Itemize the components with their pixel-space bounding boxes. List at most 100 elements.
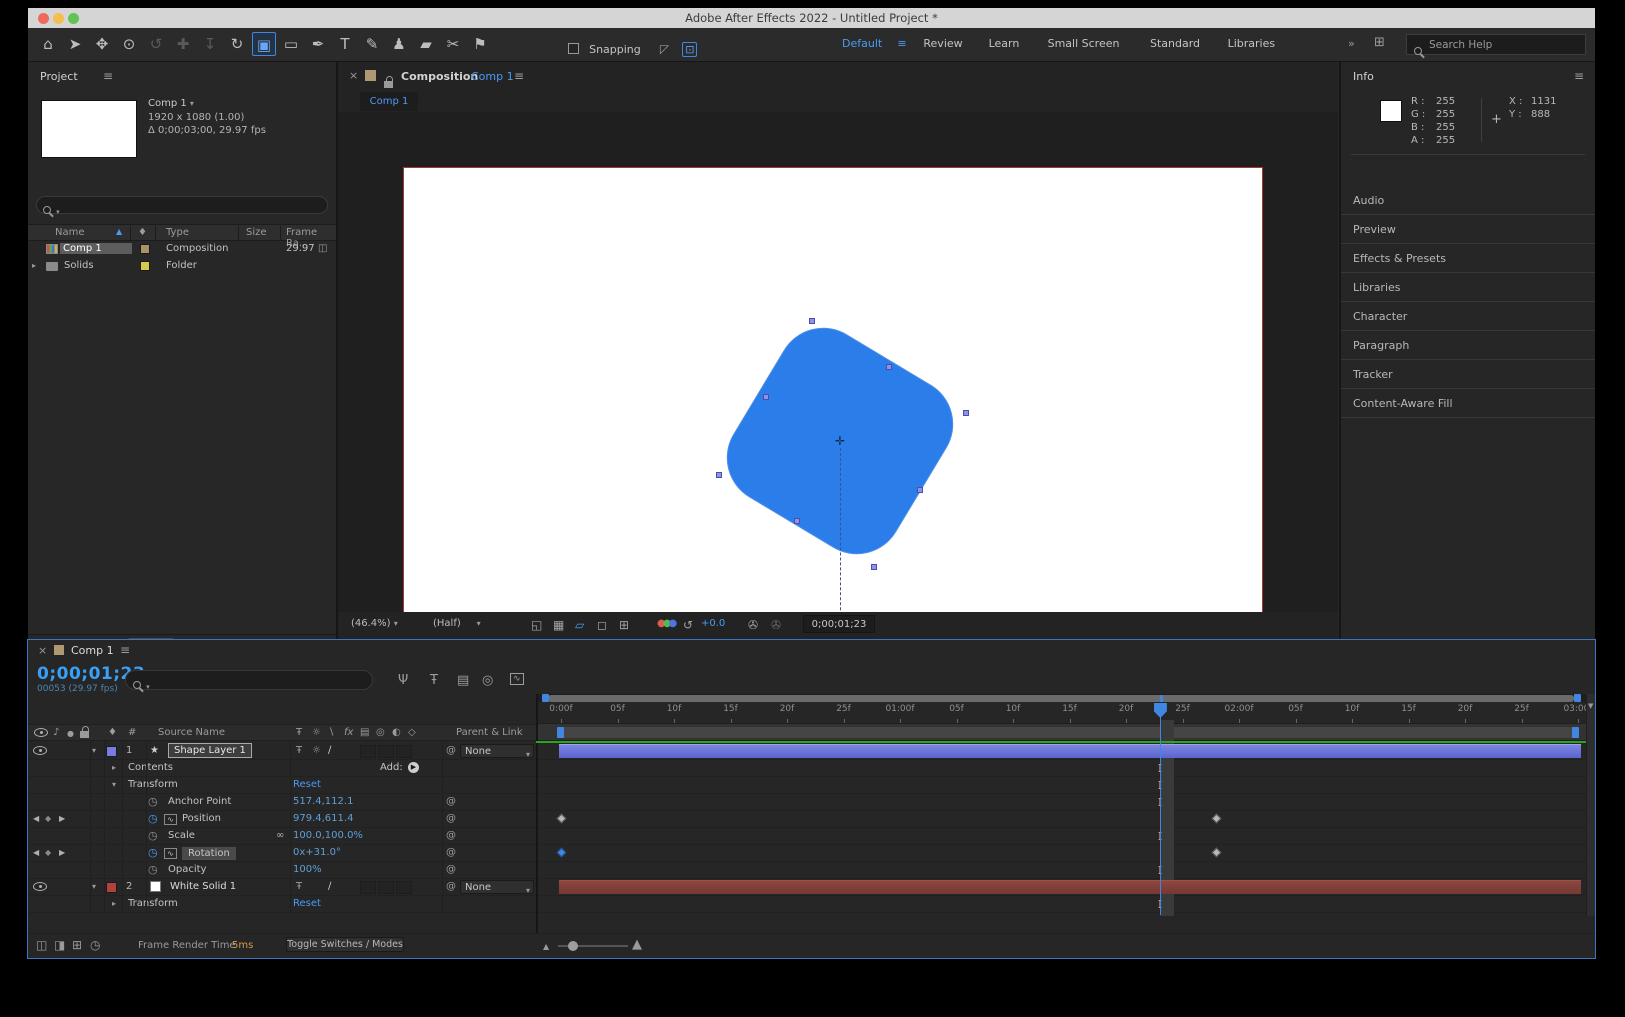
grid-guides-icon[interactable]: ⊞ [619,618,629,632]
type-tool-icon[interactable]: T [333,32,357,56]
scrollbar-right-cap[interactable] [1574,694,1581,702]
shy-switch-icon[interactable]: Ŧ [296,745,302,756]
home-tool-icon[interactable]: ⌂ [36,32,60,56]
group-label[interactable]: Transform [128,898,178,909]
composition-panel-menu-icon[interactable]: ≡ [514,69,524,83]
playhead-line[interactable] [1160,710,1162,915]
snap-grid-icon[interactable]: ⊡ [682,42,697,57]
sort-ascending-icon[interactable]: ▲ [116,227,122,236]
project-panel-menu-icon[interactable]: ≡ [103,69,113,83]
zoom-out-mountain-icon[interactable]: ▲ [543,942,549,951]
panel-item-effects-presets[interactable]: Effects & Presets [1341,244,1595,273]
composition-panel-title[interactable]: Composition [401,70,478,83]
project-row-solids[interactable]: ▸SolidsFolder [28,258,336,275]
workspace-menu-icon[interactable]: ≡ [897,37,906,50]
column-name[interactable]: Name [55,227,85,238]
selection-handle[interactable] [871,564,877,570]
group-label[interactable]: Transform [128,779,178,790]
panel-item-character[interactable]: Character [1341,302,1595,331]
project-search-field[interactable]: ▾ [36,196,328,214]
property-row-transform[interactable]: ▸TransformResetI [28,896,1586,913]
info-panel-menu-icon[interactable]: ≡ [1574,69,1584,83]
resolution-dropdown[interactable]: (Half) ▾ [433,618,481,629]
anchor-point-icon[interactable]: ✛ [833,434,847,448]
label-color-chip[interactable] [140,261,150,271]
viewer-timecode[interactable]: 0;00;01;23 [803,615,875,633]
parent-pickwhip-icon[interactable]: @ [446,745,456,756]
transparency-grid-icon[interactable]: ▦ [553,618,564,632]
selection-handle[interactable] [794,518,800,524]
brush-tool-icon[interactable]: ✎ [360,32,384,56]
switch-cell[interactable] [396,881,412,894]
scrollbar-left-cap[interactable] [542,694,549,702]
parent-pickwhip-icon[interactable]: @ [446,881,456,892]
comp-marker-bin-icon[interactable]: ▼ [1588,702,1593,710]
region-of-interest-icon[interactable]: ◻ [597,618,607,632]
reset-link[interactable]: Reset [293,779,321,790]
add-shape-icon[interactable]: ▶ [408,762,419,773]
switch-cell[interactable] [396,745,412,758]
expand-transfer-controls-icon[interactable]: ◨ [54,938,65,952]
layer-row-shape-layer-1[interactable]: ▾1★Shape Layer 1Ŧ☼∕@None▾ [28,743,1586,760]
workspace-item-standard[interactable]: Standard [1150,37,1200,50]
workspace-item-libraries[interactable]: Libraries [1228,37,1276,50]
zoom-tool-icon[interactable]: ⊙ [117,32,141,56]
property-value[interactable]: 0x+31.0° [293,847,341,858]
layer-visibility-eye-icon[interactable] [33,882,47,891]
render-time-pane-icon[interactable]: ◷ [90,938,100,952]
group-label[interactable]: Contents [128,762,173,773]
property-value[interactable]: 979.4,611.4 [293,813,353,824]
panel-item-preview[interactable]: Preview [1341,215,1595,244]
reset-exposure-icon[interactable]: ↺ [683,618,693,632]
selection-handle[interactable] [716,472,722,478]
keyframe-diamond[interactable] [1212,814,1222,824]
channel-rgb-icon[interactable]: ●●● [657,618,677,629]
selection-handle[interactable] [886,364,892,370]
composition-active-name[interactable]: Comp 1 [471,70,514,83]
info-panel-title[interactable]: Info [1353,70,1374,83]
next-keyframe-icon[interactable]: ▶ [59,848,65,857]
stopwatch-icon[interactable]: ◷ [148,830,158,842]
selection-handle[interactable] [809,318,815,324]
toggle-switches-modes-button[interactable]: Toggle Switches / Modes [286,937,404,952]
expander-icon[interactable]: ▾ [112,780,116,789]
previous-keyframe-icon[interactable]: ◀ [33,848,39,857]
lock-icon[interactable] [384,81,393,88]
fast-previews-icon[interactable]: ◱ [531,618,542,632]
property-pickwhip-icon[interactable]: @ [446,813,456,824]
previous-keyframe-icon[interactable]: ◀ [33,814,39,823]
project-item-name[interactable]: Comp 1 [60,243,132,254]
property-label[interactable]: Position [182,813,221,824]
column-size[interactable]: Size [246,227,267,238]
work-area-start-handle[interactable] [557,727,564,738]
collapse-switch-icon[interactable]: ☼ [312,745,321,756]
panel-item-libraries[interactable]: Libraries [1341,273,1595,302]
layer-visibility-eye-icon[interactable] [33,746,47,755]
close-panel-icon[interactable]: × [349,69,358,82]
stopwatch-icon[interactable]: ◷ [148,864,158,876]
switch-cell[interactable] [360,881,376,894]
layer-row-white-solid-1[interactable]: ▾2White Solid 1Ŧ∕@None▾ [28,879,1586,896]
work-area-end-handle[interactable] [1572,727,1579,738]
add-keyframe-icon[interactable]: ◆ [45,848,51,857]
keyframe-diamond[interactable] [557,814,567,824]
workspace-item-small-screen[interactable]: Small Screen [1048,37,1120,50]
switch-cell[interactable] [378,745,394,758]
selection-handle[interactable] [963,410,969,416]
selection-handle[interactable] [763,394,769,400]
project-item-name[interactable]: Solids [61,260,97,271]
property-row-anchor-point[interactable]: ◷Anchor Point517.4,112.1@I [28,794,1586,811]
property-label[interactable]: Rotation [182,847,236,860]
keyframe-diamond[interactable] [557,848,567,858]
quality-switch-icon[interactable]: ∕ [328,745,331,756]
property-row-position[interactable]: ◀◆▶◷∿Position979.4,611.4@ [28,811,1586,828]
add-keyframe-icon[interactable]: ◆ [45,814,51,823]
rotation-tool-icon[interactable]: ↻ [225,32,249,56]
help-search-field[interactable]: Search Help [1406,34,1586,55]
parent-link-dropdown[interactable]: None▾ [460,744,534,758]
stopwatch-icon[interactable]: ◷ [148,813,158,825]
expand-layer-switches-icon[interactable]: ◫ [36,938,47,952]
workspace-item-review[interactable]: Review [923,37,962,50]
property-row-transform[interactable]: ▾TransformResetI [28,777,1586,794]
workspace-item-learn[interactable]: Learn [989,37,1020,50]
